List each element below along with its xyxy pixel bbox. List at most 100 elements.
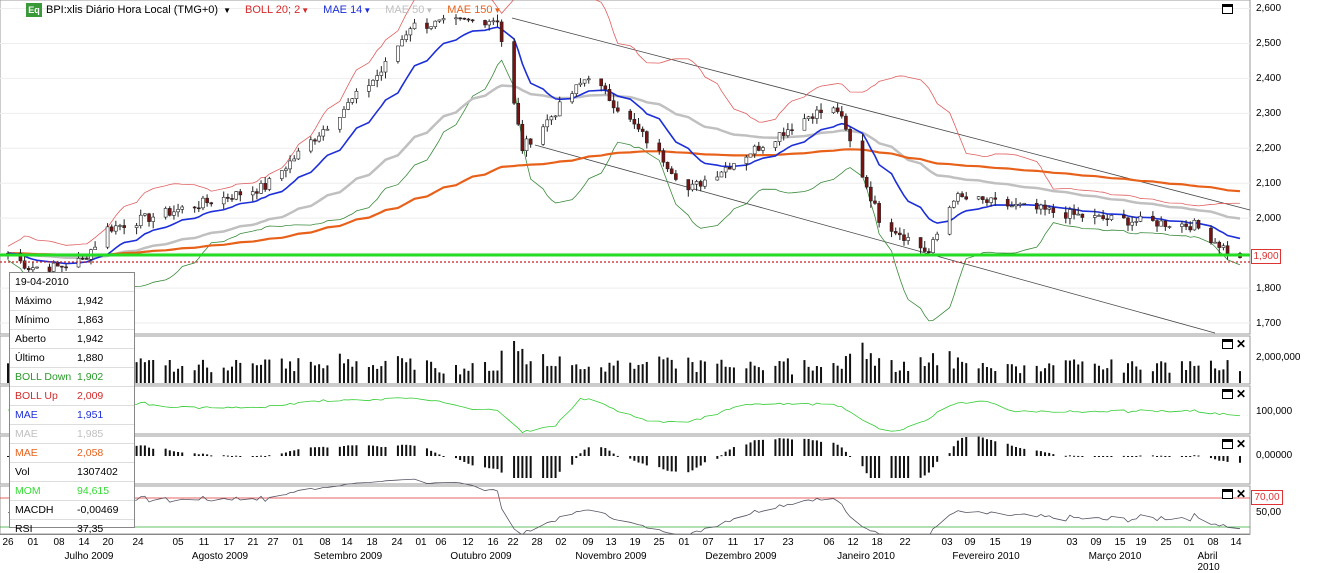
candle-body [956,193,960,202]
candle-body [636,123,641,130]
close-volume-panel-icon[interactable]: ✕ [1236,338,1246,350]
date-tick-month: Fevereiro 2010 [952,551,1020,562]
chevron-down-icon: ▼ [425,6,434,15]
legend-mae-150[interactable]: MAE 150▼ [447,4,501,16]
candle-body [163,208,168,218]
date-tick-day: 19 [629,537,641,548]
macd-bar [1106,456,1109,457]
volume-bar [193,370,196,383]
macd-bar [455,456,457,459]
candle-body [524,138,529,152]
macd-bar [1064,455,1067,457]
tooltip-value: 1,863 [77,314,104,326]
volume-bar [492,370,495,383]
candle-body [898,232,902,236]
legend-mae-14[interactable]: MAE 14▼ [323,4,371,16]
candle-body [715,176,720,181]
volume-bar [703,361,706,383]
tooltip-row: Aberto 1,942 [10,330,134,349]
rsi-panel [0,478,1251,537]
price-tick: 1,700 [1256,318,1282,329]
eq-logo[interactable]: Eq [26,3,42,17]
candle-body [234,191,238,200]
candle-body [284,168,288,171]
volume-bar [666,357,669,383]
volume-bar [861,342,864,383]
volume-bar [525,364,528,383]
macd-axis-label: 0,00000 [1256,450,1293,461]
candle-body [383,61,388,73]
close-rsi-panel-icon[interactable]: ✕ [1236,488,1246,500]
legend-boll[interactable]: BOLL 20; 2▼ [245,4,309,16]
maximize-macd-panel-icon[interactable] [1222,439,1233,449]
date-tick-day: 21 [247,537,259,548]
volume-bar [919,357,922,383]
volume-bar [674,368,677,383]
volume-bar [471,363,474,383]
macd-bar [600,447,603,456]
candle-body [981,196,985,200]
candle-body [694,181,699,185]
volume-bar [687,357,690,383]
candle-body [615,107,620,112]
legend-mae-50[interactable]: MAE 50▼ [385,4,433,16]
tooltip-key: MAE [15,409,38,421]
candle-body [491,20,496,23]
volume-bar [965,363,968,383]
macd-bar [878,456,881,478]
candle-body [375,75,379,81]
macd-bar [1156,456,1159,457]
tooltip-row: BOLL Up 2,009 [10,387,134,406]
volume-bar [1135,366,1138,383]
instrument-title[interactable]: BPI:xlis Diário Hora Local (TMG+0) [46,4,218,16]
candle-body [296,150,301,160]
volume-bar [1226,360,1229,383]
candle-body [1034,203,1039,210]
volume-bar [210,372,213,383]
maximize-momentum-panel-icon[interactable] [1222,389,1233,399]
candle-body [1159,220,1163,227]
macd-bar [641,456,644,464]
macd-bar [903,456,905,478]
macd-bar [280,453,283,456]
macd-bar [662,456,665,470]
volume-bar [177,368,180,383]
date-tick-day: 19 [1020,537,1032,548]
candle-body [603,85,608,90]
volume-bar [728,367,731,383]
maximize-volume-panel-icon[interactable] [1222,339,1233,349]
date-tick-month: Janeiro 2010 [837,551,895,562]
volume-bar [280,358,283,383]
volume-bar [425,360,428,383]
candle-body [674,173,678,180]
candle-body [669,168,674,174]
macd-bar [289,451,292,456]
macd-bar [297,449,300,456]
close-macd-panel-icon[interactable]: ✕ [1236,438,1246,450]
volume-bar [1048,363,1051,383]
maximize-price-panel-icon[interactable] [1222,4,1233,14]
candle-body [835,107,840,112]
candle-body [85,258,89,260]
date-tick-day: 17 [223,537,235,548]
macd-bar [1052,454,1055,456]
candle-body [80,258,85,260]
maximize-rsi-panel-icon[interactable] [1222,489,1233,499]
volume-bar [517,351,520,383]
macd-bar [318,447,321,456]
macd-bar [1160,455,1163,457]
candle-body [1097,215,1101,217]
candle-body [831,107,836,113]
candle-body [205,197,209,204]
candle-body [55,262,60,267]
price-tick: 2,100 [1256,178,1282,189]
macd-bar [235,455,238,457]
macd-bar [463,456,466,462]
volume-bar [467,370,470,383]
close-momentum-panel-icon[interactable]: ✕ [1236,388,1246,400]
volume-bar [1052,365,1055,383]
candle-body [553,115,558,118]
chevron-down-icon[interactable]: ▼ [223,6,231,15]
tooltip-row: Vol 1307402 [10,463,134,482]
candle-body [93,246,97,250]
